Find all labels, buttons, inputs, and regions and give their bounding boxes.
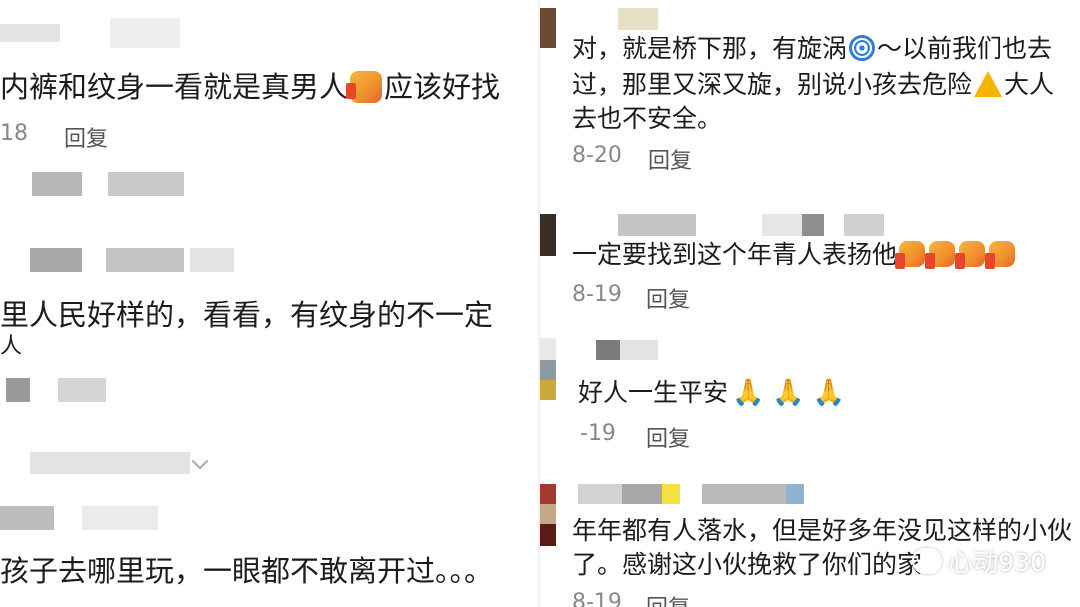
thumbs-up-icon: [895, 241, 926, 269]
avatar: [540, 504, 556, 524]
thumbs-up-icon: [985, 241, 1016, 269]
blurred-username: [662, 484, 680, 504]
comment-text: 内裤和纹身一看就是真男人 应该好找: [0, 70, 501, 104]
blurred-username: [844, 214, 884, 236]
comment-text: 好人一生平安 🙏 🙏 🙏: [578, 374, 849, 412]
right-comment-column: 对，就是桥下那，有旋涡 ～以前我们也去 过，那里又深又旋，别说小孩去危险 大人 去也…: [540, 0, 1080, 607]
blurred-username: [110, 18, 180, 48]
blurred-username: [58, 378, 106, 402]
blurred-username: [786, 484, 804, 504]
avatar: [540, 8, 556, 48]
blurred-reply-link: [30, 452, 190, 474]
pray-icon: 🙏: [812, 378, 846, 408]
comment-text: 过，那里又深又旋，别说小孩去危险 大人: [572, 70, 1055, 99]
comment-date: 8-19: [572, 590, 622, 607]
comment-text: 里人民好样的，看看，有纹身的不一定: [0, 298, 494, 332]
blurred-username: [702, 484, 786, 504]
blurred-username: [618, 8, 658, 30]
blurred-username: [108, 172, 184, 196]
blurred-username: [106, 248, 184, 272]
comment-date: 8-19: [572, 282, 622, 307]
blurred-username: [596, 340, 620, 360]
blurred-username: [6, 378, 30, 402]
avatar: [540, 338, 556, 360]
comment-date: 18: [0, 121, 28, 146]
avatar: [540, 524, 556, 546]
blurred-username: [620, 340, 658, 360]
thumbs-up-icon: [346, 71, 383, 103]
blurred-username: [618, 214, 696, 236]
left-comment-column: 内裤和纹身一看就是真男人 应该好找 18 回复 里人民好样的，看看，有纹身的不一定…: [0, 0, 540, 607]
chevron-down-icon[interactable]: [191, 452, 209, 471]
comment-text: 孩子去哪里玩，一眼都不敢离开过。。。: [0, 554, 494, 588]
reply-button[interactable]: 回复: [648, 143, 692, 175]
avatar: [540, 360, 556, 380]
comment-text: 对，就是桥下那，有旋涡 ～以前我们也去: [572, 34, 1053, 63]
watermark: 心动930: [912, 543, 1046, 579]
reply-button[interactable]: 回复: [646, 590, 690, 607]
reply-button[interactable]: 回复: [646, 421, 690, 453]
pray-icon: 🙏: [732, 378, 765, 408]
comment-date: 8-20: [572, 143, 622, 168]
blurred-username: [190, 248, 234, 272]
blurred-username: [578, 484, 622, 504]
blurred-username: [802, 214, 824, 236]
wechat-icon: [912, 548, 943, 574]
pray-icon: 🙏: [772, 378, 805, 408]
comment-text: 一定要找到这个年青人表扬他: [572, 236, 1017, 273]
comment-date: -19: [580, 421, 616, 446]
avatar: [540, 380, 556, 400]
blurred-username: [0, 24, 60, 42]
comment-text: 了。感谢这小伙挽救了你们的家: [572, 550, 923, 579]
blurred-username: [82, 506, 158, 530]
reply-button[interactable]: 回复: [646, 282, 690, 314]
watermark-text: 心动930: [948, 548, 1046, 577]
warning-icon: [974, 71, 1003, 97]
cyclone-icon: [849, 35, 876, 61]
thumbs-up-icon: [955, 241, 986, 269]
blurred-username: [30, 248, 82, 272]
blurred-username: [32, 172, 82, 196]
blurred-username: [622, 484, 662, 504]
avatar: [540, 484, 556, 504]
comment-text: 去也不安全。: [572, 104, 723, 133]
avatar: [540, 214, 556, 256]
blurred-username: [0, 506, 54, 530]
reply-button[interactable]: 回复: [64, 121, 108, 153]
thumbs-up-icon: [925, 241, 956, 269]
comment-text-line2: 人: [0, 334, 23, 359]
